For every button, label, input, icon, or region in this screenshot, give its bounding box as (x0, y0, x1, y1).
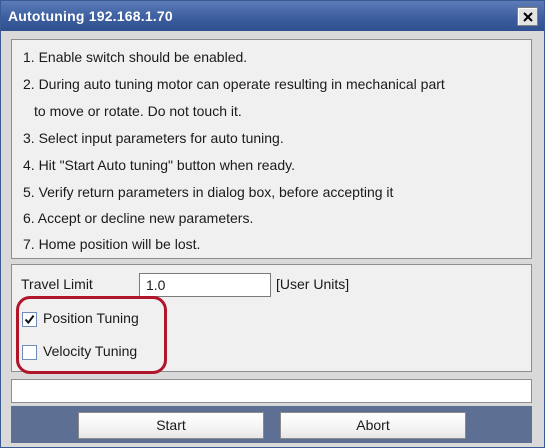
position-tuning-label: Position Tuning (43, 310, 139, 326)
instruction-line: to move or rotate. Do not touch it. (34, 103, 242, 119)
units-label: [User Units] (276, 276, 350, 292)
instruction-line: 1. Enable switch should be enabled. (23, 49, 248, 65)
title-bar: Autotuning 192.168.1.70 (1, 1, 544, 31)
travel-limit-input[interactable] (139, 273, 271, 297)
instruction-line: 7. Home position will be lost. (23, 236, 201, 252)
position-tuning-checkbox[interactable] (22, 312, 37, 327)
velocity-tuning-checkbox[interactable] (22, 345, 37, 360)
checkmark-icon (24, 314, 35, 325)
autotuning-dialog: Autotuning 192.168.1.70 1. Enable switch… (0, 0, 545, 448)
velocity-tuning-label: Velocity Tuning (43, 343, 138, 359)
parameters-panel: Travel Limit [User Units] Position Tunin… (11, 264, 532, 374)
abort-button[interactable]: Abort (280, 412, 466, 439)
instruction-line: 3. Select input parameters for auto tuni… (23, 130, 284, 146)
instruction-line: 4. Hit "Start Auto tuning" button when r… (23, 157, 295, 173)
window-title: Autotuning 192.168.1.70 (8, 8, 173, 24)
button-bar: Start Abort (11, 406, 532, 443)
close-button[interactable] (517, 7, 538, 26)
instructions-panel: 1. Enable switch should be enabled. 2. D… (11, 39, 532, 259)
instruction-line: 6. Accept or decline new parameters. (23, 210, 254, 226)
travel-limit-label: Travel Limit (21, 276, 93, 292)
instruction-line: 5. Verify return parameters in dialog bo… (23, 184, 394, 200)
instruction-line: 2. During auto tuning motor can operate … (23, 76, 445, 92)
start-button[interactable]: Start (78, 412, 264, 439)
status-field (11, 379, 532, 403)
annotation-highlight (16, 296, 167, 374)
close-icon (523, 12, 533, 22)
